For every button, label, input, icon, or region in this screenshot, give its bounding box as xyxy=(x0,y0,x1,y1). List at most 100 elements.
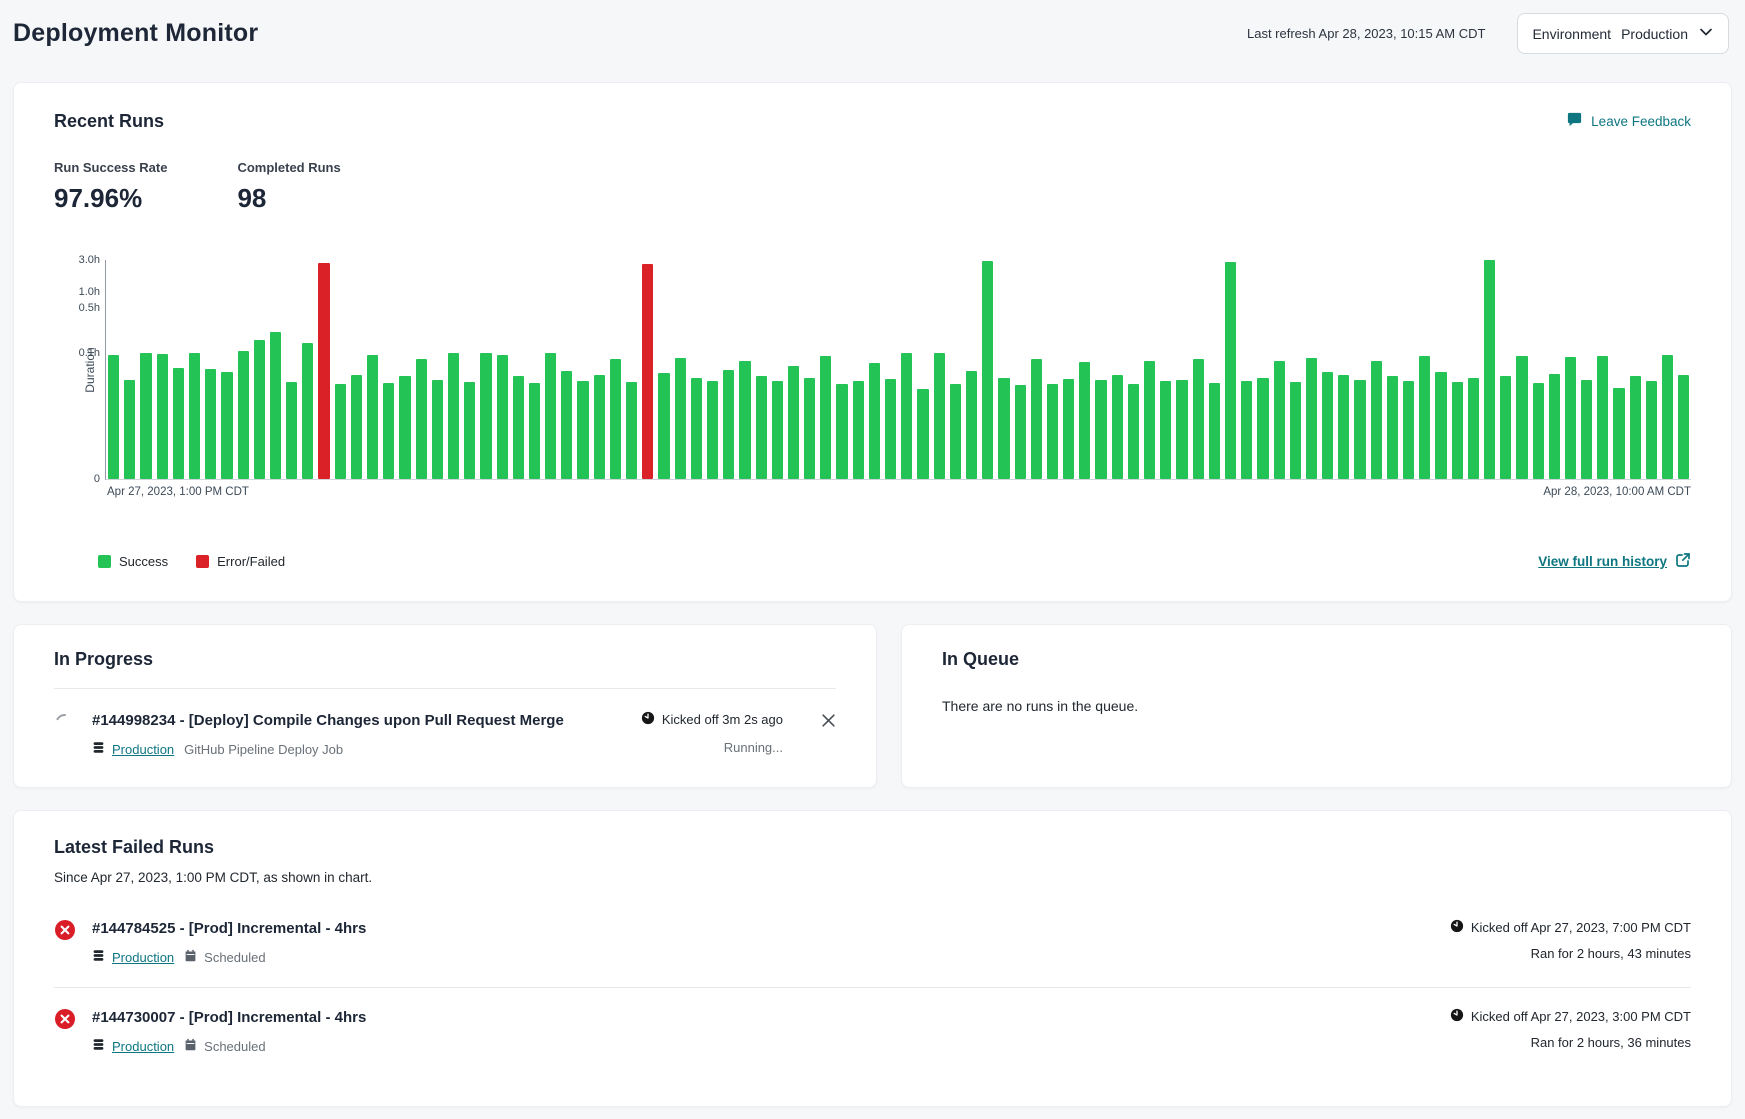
view-full-run-history-link[interactable]: View full run history xyxy=(1538,552,1691,571)
chart-bar-success[interactable] xyxy=(804,378,815,479)
chart-bar-success[interactable] xyxy=(966,371,977,479)
chart-bar-success[interactable] xyxy=(140,353,151,479)
chart-bar-success[interactable] xyxy=(788,366,799,479)
chart-bar-success[interactable] xyxy=(1403,381,1414,479)
chart-bar-success[interactable] xyxy=(934,353,945,479)
chart-bar-success[interactable] xyxy=(1371,361,1382,479)
chart-bar-success[interactable] xyxy=(432,380,443,479)
chart-bar-success[interactable] xyxy=(254,340,265,479)
chart-bar-success[interactable] xyxy=(464,382,475,479)
chart-bar-success[interactable] xyxy=(1613,388,1624,479)
chart-bar-success[interactable] xyxy=(335,384,346,479)
chart-bar-success[interactable] xyxy=(1678,375,1689,479)
chart-bar-success[interactable] xyxy=(594,375,605,479)
environment-link[interactable]: Production xyxy=(92,741,174,757)
chart-bar-success[interactable] xyxy=(756,376,767,479)
chart-bar-success[interactable] xyxy=(1112,375,1123,479)
chart-bar-success[interactable] xyxy=(1274,361,1285,479)
chart-bar-success[interactable] xyxy=(173,368,184,479)
chart-bar-success[interactable] xyxy=(772,381,783,479)
chart-bar-success[interactable] xyxy=(723,370,734,479)
chart-bar-success[interactable] xyxy=(853,381,864,479)
chart-bar-success[interactable] xyxy=(270,332,281,479)
chart-bar-success[interactable] xyxy=(739,361,750,479)
chart-bar-success[interactable] xyxy=(1290,382,1301,479)
chart-bar-success[interactable] xyxy=(351,375,362,479)
chart-bar-success[interactable] xyxy=(480,353,491,479)
chart-bar-success[interactable] xyxy=(497,355,508,479)
chart-bar-success[interactable] xyxy=(1322,372,1333,479)
chart-bar-success[interactable] xyxy=(1257,378,1268,479)
chart-bar-success[interactable] xyxy=(691,378,702,479)
chart-bar-success[interactable] xyxy=(286,382,297,479)
chart-bar-success[interactable] xyxy=(399,376,410,479)
environment-dropdown[interactable]: Environment Production xyxy=(1517,13,1729,54)
chart-bar-success[interactable] xyxy=(1354,380,1365,479)
chart-bar-success[interactable] xyxy=(124,380,135,479)
chart-bar-success[interactable] xyxy=(1209,383,1220,479)
chart-bar-success[interactable] xyxy=(189,353,200,479)
environment-link[interactable]: Production xyxy=(92,1038,174,1054)
chart-bar-success[interactable] xyxy=(626,382,637,479)
chart-bar-success[interactable] xyxy=(545,353,556,479)
chart-bar-success[interactable] xyxy=(1193,359,1204,479)
chart-bar-success[interactable] xyxy=(561,371,572,479)
chart-bar-success[interactable] xyxy=(1031,359,1042,479)
chart-bar-success[interactable] xyxy=(1015,385,1026,479)
chart-bar-success[interactable] xyxy=(998,378,1009,479)
chart-bar-success[interactable] xyxy=(707,381,718,479)
chart-bar-success[interactable] xyxy=(367,355,378,479)
chart-bar-success[interactable] xyxy=(658,373,669,479)
chart-bar-success[interactable] xyxy=(1160,381,1171,479)
chart-bar-success[interactable] xyxy=(1047,384,1058,479)
chart-bar-success[interactable] xyxy=(1565,357,1576,479)
chart-bar-success[interactable] xyxy=(416,359,427,479)
chart-bar-success[interactable] xyxy=(448,353,459,479)
chart-bar-success[interactable] xyxy=(1597,356,1608,479)
chart-bar-success[interactable] xyxy=(1435,372,1446,479)
chart-bar-success[interactable] xyxy=(610,359,621,479)
chart-bar-success[interactable] xyxy=(950,384,961,479)
chart-bar-success[interactable] xyxy=(1452,382,1463,479)
chart-bar-failed[interactable] xyxy=(642,264,653,479)
chart-bar-success[interactable] xyxy=(1079,362,1090,479)
chart-bar-success[interactable] xyxy=(302,343,313,479)
chart-bar-success[interactable] xyxy=(1338,375,1349,479)
chart-bar-success[interactable] xyxy=(205,369,216,479)
chart-bar-success[interactable] xyxy=(869,363,880,479)
chart-bar-success[interactable] xyxy=(885,379,896,479)
chart-bar-success[interactable] xyxy=(1128,384,1139,479)
chart-bar-success[interactable] xyxy=(917,389,928,479)
chart-bar-success[interactable] xyxy=(1516,356,1527,479)
chart-bar-success[interactable] xyxy=(901,353,912,479)
chart-bar-success[interactable] xyxy=(157,354,168,479)
chart-bar-success[interactable] xyxy=(108,355,119,479)
chart-bar-success[interactable] xyxy=(1484,260,1495,479)
chart-bar-success[interactable] xyxy=(1630,376,1641,479)
chart-bar-success[interactable] xyxy=(1144,361,1155,479)
chart-bar-success[interactable] xyxy=(1063,379,1074,479)
chart-bar-success[interactable] xyxy=(1468,378,1479,479)
chart-bar-success[interactable] xyxy=(1581,380,1592,479)
chart-bar-success[interactable] xyxy=(577,381,588,479)
chart-bar-success[interactable] xyxy=(1225,262,1236,480)
chart-bar-success[interactable] xyxy=(383,383,394,479)
chart-bar-success[interactable] xyxy=(1549,374,1560,479)
chart-bar-failed[interactable] xyxy=(318,263,329,479)
chart-bar-success[interactable] xyxy=(513,376,524,479)
chart-bar-success[interactable] xyxy=(238,351,249,479)
close-icon[interactable] xyxy=(821,711,836,733)
environment-link[interactable]: Production xyxy=(92,949,174,965)
chart-bar-success[interactable] xyxy=(820,356,831,479)
chart-bar-success[interactable] xyxy=(221,372,232,479)
chart-bar-success[interactable] xyxy=(529,383,540,479)
chart-bar-success[interactable] xyxy=(1419,356,1430,479)
chart-bar-success[interactable] xyxy=(1241,381,1252,479)
chart-bar-success[interactable] xyxy=(675,358,686,479)
leave-feedback-link[interactable]: Leave Feedback xyxy=(1566,111,1691,131)
chart-bar-success[interactable] xyxy=(1176,380,1187,479)
chart-bar-success[interactable] xyxy=(1533,383,1544,479)
chart-bar-success[interactable] xyxy=(1646,381,1657,479)
chart-bar-success[interactable] xyxy=(1500,376,1511,479)
chart-bar-success[interactable] xyxy=(1095,380,1106,479)
